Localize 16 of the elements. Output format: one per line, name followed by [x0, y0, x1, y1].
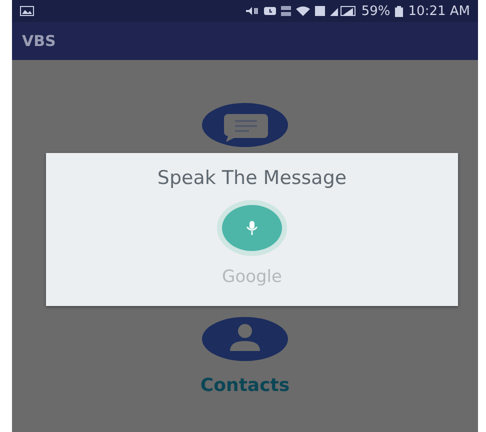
signal-icon [330, 6, 356, 16]
microphone-button[interactable] [222, 205, 282, 251]
microphone-icon [246, 221, 258, 235]
battery-icon [395, 6, 404, 16]
battery-percent: 59% [361, 4, 390, 18]
person-icon[interactable] [202, 317, 288, 361]
dialog-title: Speak The Message [157, 167, 347, 189]
wifi-icon [296, 6, 310, 16]
google-label: Google [222, 267, 282, 287]
app-title: VBS [22, 32, 56, 50]
clock: 10:21 AM [408, 4, 470, 18]
message-icon[interactable] [202, 103, 288, 147]
mute-icon [245, 6, 260, 16]
alarm-icon [264, 6, 276, 16]
image-icon [20, 6, 34, 16]
menu-label[interactable]: Contacts [200, 375, 290, 396]
